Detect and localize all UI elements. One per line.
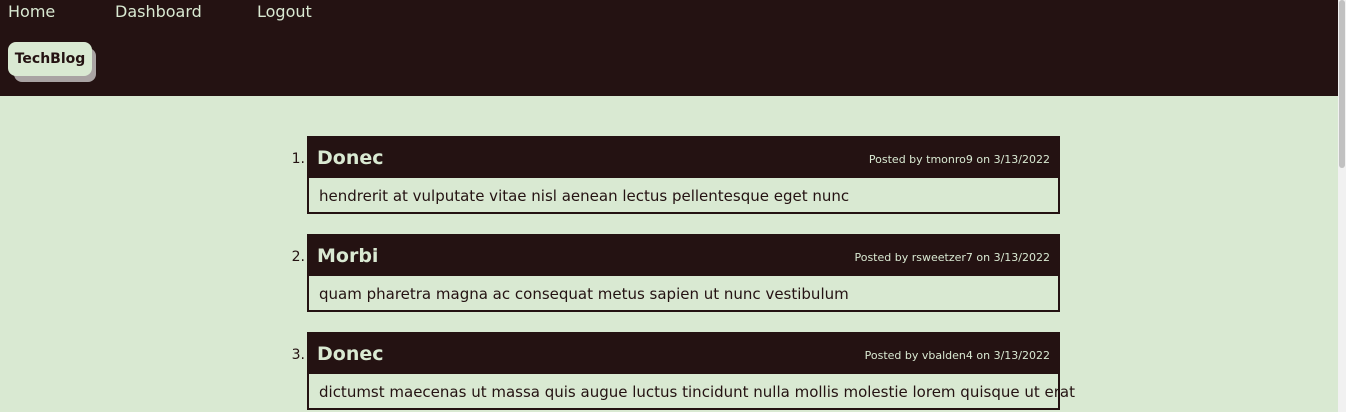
nav-home-link[interactable]: Home — [8, 2, 55, 21]
post-item[interactable]: 2. Morbi Posted by rsweetzer7 on 3/13/20… — [292, 234, 1060, 312]
nav-dashboard-link[interactable]: Dashboard — [115, 2, 202, 21]
post-header: Morbi Posted by rsweetzer7 on 3/13/2022 — [309, 236, 1058, 276]
logo-container: TechBlog — [8, 42, 98, 82]
post-header: Donec Posted by tmonro9 on 3/13/2022 — [309, 138, 1058, 178]
nav-logout-link[interactable]: Logout — [257, 2, 312, 21]
post-title[interactable]: Morbi — [317, 245, 378, 267]
vertical-scrollbar[interactable] — [1338, 0, 1346, 412]
post-title[interactable]: Donec — [317, 343, 384, 365]
post-meta: Posted by vbalden4 on 3/13/2022 — [864, 349, 1050, 362]
post-number: 1. — [291, 151, 305, 167]
site-logo[interactable]: TechBlog — [8, 42, 92, 76]
site-header: Home Dashboard Logout TechBlog — [0, 0, 1338, 96]
post-body: quam pharetra magna ac consequat metus s… — [319, 285, 849, 303]
post-body: dictumst maecenas ut massa quis augue lu… — [319, 383, 1075, 401]
post-meta: Posted by rsweetzer7 on 3/13/2022 — [854, 251, 1050, 264]
scrollbar-thumb[interactable] — [1339, 0, 1345, 168]
post-item[interactable]: 1. Donec Posted by tmonro9 on 3/13/2022 … — [292, 136, 1060, 214]
post-body: hendrerit at vulputate vitae nisl aenean… — [319, 187, 850, 205]
post-meta: Posted by tmonro9 on 3/13/2022 — [868, 153, 1050, 166]
post-header: Donec Posted by vbalden4 on 3/13/2022 — [309, 334, 1058, 374]
post-title[interactable]: Donec — [317, 147, 384, 169]
page: Home Dashboard Logout TechBlog 1. Donec … — [0, 0, 1346, 412]
post-number: 2. — [291, 249, 305, 265]
post-number: 3. — [291, 347, 305, 363]
post-item[interactable]: 3. Donec Posted by vbalden4 on 3/13/2022… — [292, 332, 1075, 410]
